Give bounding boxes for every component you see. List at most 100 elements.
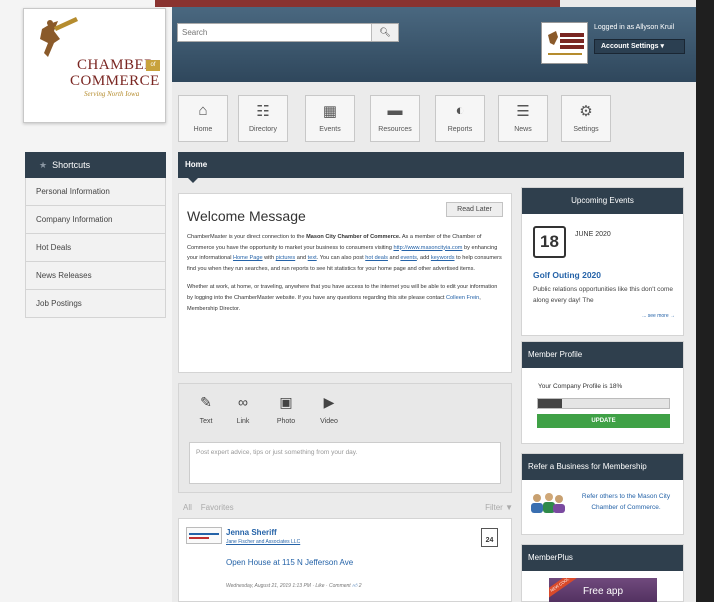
see-more-link[interactable]: ... see more →: [642, 313, 675, 319]
member-company-logo[interactable]: [541, 22, 588, 64]
pie-chart-icon: ◐: [455, 102, 465, 119]
text-link[interactable]: text: [308, 255, 317, 261]
sidebar-item-personal-information[interactable]: Personal Information: [25, 178, 166, 206]
home-icon: ⌂: [198, 102, 208, 119]
search-button[interactable]: 🔍︎: [371, 24, 398, 41]
funnel-icon: ▼: [505, 503, 513, 512]
nav-news-label: News: [514, 126, 532, 133]
filter-dropdown[interactable]: Filter ▼: [485, 503, 513, 512]
refer-business-title: Refer a Business for Membership: [522, 454, 683, 480]
welcome-text: and: [387, 255, 401, 262]
chevron-down-icon: ▾: [660, 43, 665, 50]
camera-icon: ▣: [279, 394, 293, 410]
calendar-icon: ▦: [322, 103, 338, 120]
profile-progress-bar: [537, 398, 670, 409]
welcome-text: , add: [416, 255, 431, 262]
feed-item: Jenna Sheriff Jane Fischer and Associate…: [178, 518, 512, 602]
post-tool-label: Photo: [276, 418, 296, 425]
post-text-tool[interactable]: ✎ Text: [191, 394, 221, 425]
welcome-text: and: [295, 255, 308, 262]
breadcrumb: Home: [178, 152, 684, 183]
member-profile-title: Member Profile: [522, 342, 683, 368]
welcome-text: ChamberMaster is your direct connection …: [187, 234, 307, 240]
contact-link[interactable]: Colleen Frein: [446, 295, 479, 301]
sidebar-item-company-information[interactable]: Company Information: [25, 206, 166, 234]
pictures-link[interactable]: pictures: [276, 255, 296, 261]
like-count: 2: [358, 583, 362, 589]
post-tool-label: Text: [199, 418, 213, 425]
window-edge: [696, 0, 714, 602]
nav-resources[interactable]: ▬ Resources: [370, 95, 420, 142]
logo-tagline: Serving North Iowa: [84, 90, 140, 98]
pencil-icon: ✎: [200, 394, 212, 410]
nav-settings[interactable]: ⚙ Settings: [561, 95, 611, 142]
event-month: JUNE 2020: [575, 231, 611, 238]
event-date-box: 18: [533, 226, 566, 258]
home-page-link[interactable]: Home Page: [233, 255, 263, 261]
star-icon: ★: [39, 160, 48, 170]
post-tool-label: Video: [320, 418, 338, 425]
post-video-tool[interactable]: ▶ Video: [314, 394, 344, 425]
nav-home-label: Home: [193, 126, 213, 133]
free-app-banner[interactable]: NEW COOL Free app: [549, 578, 657, 602]
read-later-button[interactable]: Read Later: [446, 202, 503, 217]
shortcuts-title: Shortcuts: [52, 160, 91, 170]
sidebar-item-job-postings[interactable]: Job Postings: [25, 290, 166, 318]
author-name[interactable]: Jenna Sheriff: [226, 528, 277, 537]
nav-directory-label: Directory: [248, 126, 277, 133]
sidebar-item-hot-deals[interactable]: Hot Deals: [25, 234, 166, 262]
memberplus-title: MemberPlus: [522, 545, 683, 571]
welcome-text-bold: Mason City Chamber of Commerce.: [306, 234, 401, 240]
hot-deals-link[interactable]: hot deals: [365, 255, 388, 261]
account-settings-button[interactable]: Account Settings ▾: [594, 39, 685, 54]
event-description: Public relations opportunities like this…: [533, 286, 673, 304]
free-app-label: Free app: [582, 586, 624, 597]
welcome-text: with: [262, 255, 276, 262]
welcome-paragraph-1: ChamberMaster is your direct connection …: [187, 232, 503, 274]
welcome-text: . You can also post: [316, 255, 366, 262]
post-composer: ✎ Text ∞ Link ▣ Photo ▶ Video Post expert ad…: [178, 383, 512, 493]
directory-icon: ☷: [256, 103, 270, 120]
shortcuts-sidebar: ★ Shortcuts Personal Information Company …: [25, 152, 166, 318]
chamber-logo[interactable]: CHAMBER of COMMERCE Serving North Iowa: [23, 8, 166, 123]
nav-events[interactable]: ▦ Events: [305, 95, 355, 142]
feed-filters: All Favorites Filter ▼: [183, 503, 513, 512]
refer-business-link[interactable]: Refer others to the Mason City Chamber o…: [570, 491, 682, 513]
news-icon: ☰: [516, 103, 530, 120]
nav-home[interactable]: ⌂ Home: [178, 95, 228, 142]
link-icon: ∞: [238, 394, 248, 410]
nav-resources-label: Resources: [378, 126, 412, 133]
feed-meta-text: Wednesday, August 21, 2019 1:13 PM · Lik…: [226, 583, 351, 589]
filter-favorites-tab[interactable]: Favorites: [201, 503, 234, 512]
update-profile-button[interactable]: UPDATE: [537, 414, 670, 428]
thumbs-up-icon[interactable]: 👍︎: [352, 583, 357, 589]
welcome-paragraph-2: Whether at work, at home, or traveling, …: [187, 282, 503, 314]
author-company[interactable]: Jane Fischer and Associates LLC: [226, 539, 300, 545]
people-icon: [531, 493, 565, 513]
logged-in-status: Logged in as Allyson Kruil: [594, 24, 675, 31]
account-settings-label: Account Settings: [601, 43, 659, 50]
sidebar-item-news-releases[interactable]: News Releases: [25, 262, 166, 290]
keywords-link[interactable]: keywords: [431, 255, 455, 261]
welcome-panel: Welcome Message Read Later ChamberMaster…: [178, 193, 512, 373]
post-photo-tool[interactable]: ▣ Photo: [271, 394, 301, 425]
refer-business-panel: Refer a Business for Membership Refer ot…: [521, 453, 684, 535]
new-badge: NEW COOL: [549, 578, 578, 600]
search-box: 🔍︎: [177, 23, 399, 42]
feed-title[interactable]: Open House at 115 N Jefferson Ave: [226, 558, 353, 567]
filter-all-tab[interactable]: All: [183, 503, 192, 512]
folder-icon: ▬: [387, 102, 403, 119]
profile-progress-fill: [538, 399, 562, 408]
memberplus-panel: MemberPlus NEW COOL Free app: [521, 544, 684, 602]
search-input[interactable]: [178, 24, 368, 41]
nav-reports[interactable]: ◐ Reports: [435, 95, 485, 142]
nav-directory[interactable]: ☷ Directory: [238, 95, 288, 142]
nav-settings-label: Settings: [573, 126, 599, 133]
post-tool-label: Link: [236, 418, 250, 425]
site-link[interactable]: http://www.masoncityia.com: [393, 245, 462, 251]
event-title-link[interactable]: Golf Outing 2020: [533, 270, 601, 280]
post-link-tool[interactable]: ∞ Link: [228, 394, 258, 425]
nav-news[interactable]: ☰ News: [498, 95, 548, 142]
post-textarea[interactable]: Post expert advice, tips or just somethi…: [189, 442, 501, 484]
events-link[interactable]: events: [400, 255, 416, 261]
